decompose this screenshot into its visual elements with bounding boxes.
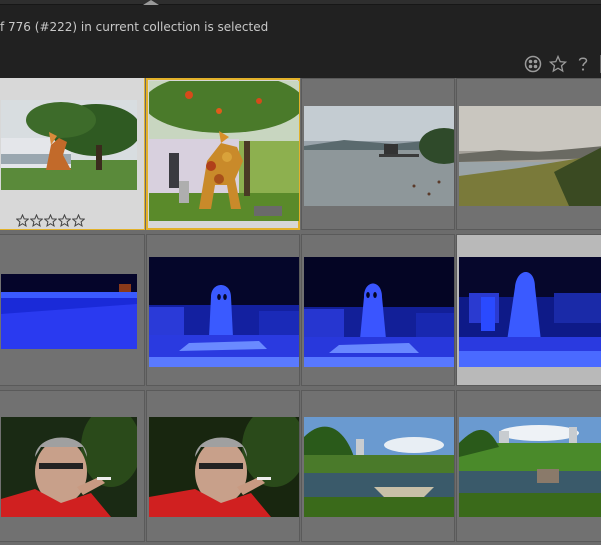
star-icon[interactable]	[58, 214, 71, 227]
thumbnail-image	[459, 417, 601, 517]
star-icon[interactable]	[44, 214, 57, 227]
thumbnail-image	[304, 257, 454, 367]
thumbnail-cell[interactable]	[0, 390, 145, 542]
lighttable-grid	[0, 78, 601, 545]
thumbnail-cell[interactable]	[146, 390, 300, 542]
star-icon[interactable]	[16, 214, 29, 227]
thumbnail-image	[1, 417, 137, 517]
thumbnail-cell[interactable]	[301, 234, 455, 386]
thumbnail-cell[interactable]	[301, 78, 455, 230]
toolbar	[519, 53, 601, 75]
header: f 776 (#222) in current collection is se…	[0, 5, 601, 78]
star-icon[interactable]	[30, 214, 43, 227]
thumbnail-image	[304, 417, 454, 517]
rating-stars[interactable]	[16, 214, 85, 227]
thumbnail-cell[interactable]	[456, 78, 601, 230]
thumbnail-image	[149, 417, 299, 517]
thumbnail-cell[interactable]	[301, 390, 455, 542]
thumbnail-image	[304, 106, 454, 206]
thumbnail-cell-hover[interactable]	[456, 234, 601, 386]
help-icon[interactable]	[572, 53, 594, 75]
thumbnail-image	[459, 106, 601, 206]
star-icon[interactable]	[547, 53, 569, 75]
thumbnail-image	[149, 257, 299, 367]
selection-status-text: f 776 (#222) in current collection is se…	[0, 20, 269, 34]
thumbnail-image	[149, 81, 299, 221]
star-icon[interactable]	[72, 214, 85, 227]
thumbnail-cell[interactable]	[456, 390, 601, 542]
thumbnail-cell[interactable]	[0, 234, 145, 386]
thumbnail-image	[459, 257, 601, 367]
thumbnail-image	[1, 274, 137, 349]
thumbnail-cell-selected[interactable]	[146, 78, 300, 230]
thumbnail-cell[interactable]	[0, 78, 145, 230]
thumbnail-image	[1, 100, 137, 190]
thumbnail-cell[interactable]	[146, 234, 300, 386]
grouping-icon[interactable]	[522, 53, 544, 75]
